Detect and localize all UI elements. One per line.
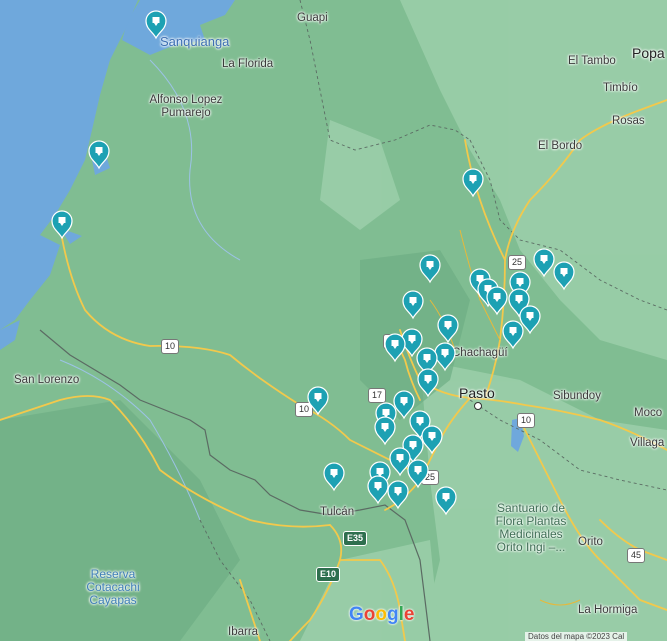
map-canvas[interactable]: Guapi Sanquianga La Florida Alfonso Lope… [0, 0, 667, 641]
location-marker[interactable] [421, 425, 443, 455]
map-copyright[interactable]: Datos del mapa ©2023 Cal [525, 632, 628, 641]
location-marker[interactable] [417, 368, 439, 398]
location-marker[interactable] [374, 416, 396, 446]
location-marker[interactable] [393, 390, 415, 420]
location-marker[interactable] [407, 459, 429, 489]
location-marker[interactable] [145, 10, 167, 40]
location-marker[interactable] [51, 210, 73, 240]
location-marker[interactable] [384, 333, 406, 363]
location-marker[interactable] [323, 462, 345, 492]
location-marker[interactable] [486, 286, 508, 316]
location-marker[interactable] [437, 314, 459, 344]
location-marker[interactable] [307, 386, 329, 416]
location-marker[interactable] [367, 475, 389, 505]
google-logo: Google [349, 604, 414, 626]
location-marker[interactable] [419, 254, 441, 284]
location-marker[interactable] [435, 486, 457, 516]
location-marker[interactable] [533, 248, 555, 278]
location-marker[interactable] [402, 290, 424, 320]
location-marker[interactable] [462, 168, 484, 198]
marker-layer [51, 10, 575, 516]
location-marker[interactable] [553, 261, 575, 291]
location-marker[interactable] [88, 140, 110, 170]
google-logo-text: Google [349, 604, 415, 625]
location-marker[interactable] [387, 480, 409, 510]
location-marker[interactable] [502, 320, 524, 350]
location-marker[interactable] [389, 447, 411, 477]
location-marker[interactable] [434, 342, 456, 372]
